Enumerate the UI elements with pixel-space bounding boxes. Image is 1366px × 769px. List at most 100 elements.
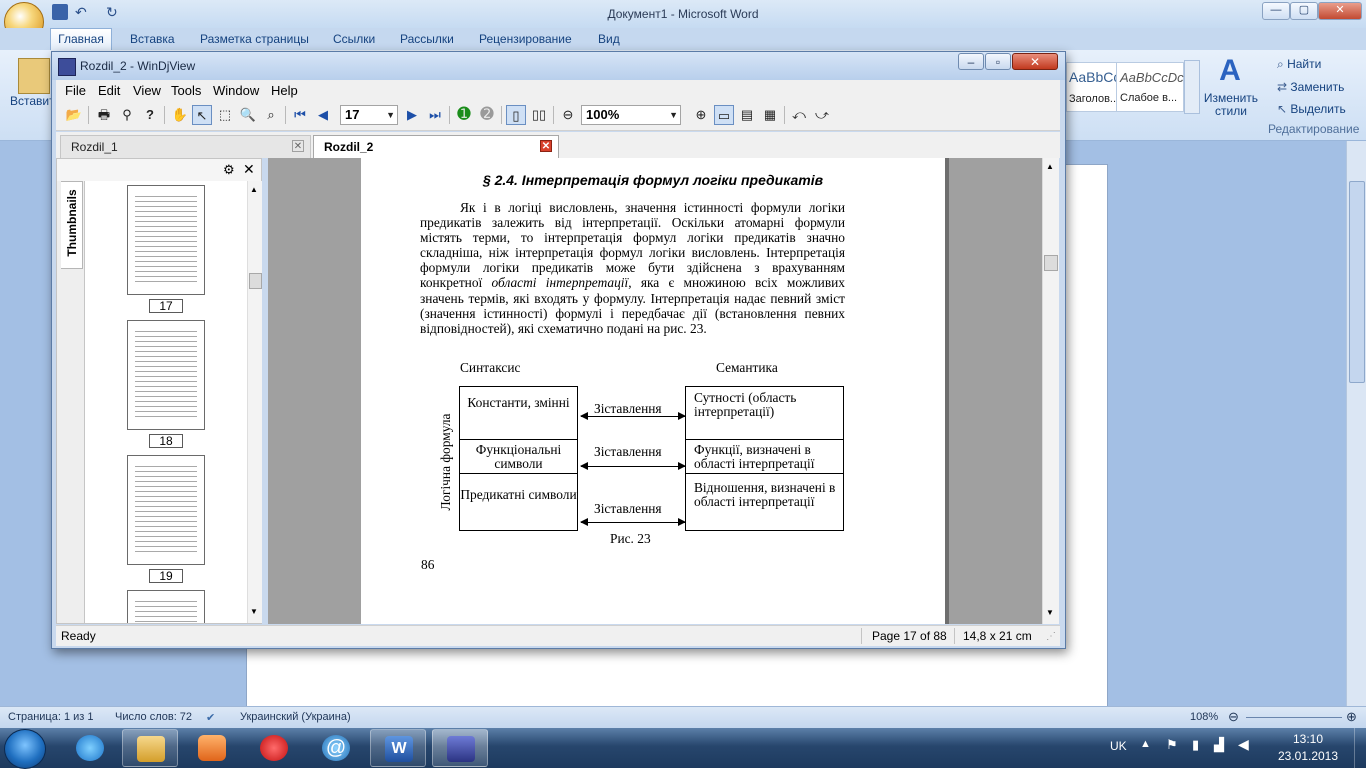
close-icon[interactable]: ✕ <box>292 140 304 152</box>
show-desktop-button[interactable] <box>1354 728 1366 768</box>
tab-page-layout[interactable]: Разметка страницы <box>200 32 309 46</box>
sidebar-tab-thumbnails[interactable]: Thumbnails <box>61 181 83 269</box>
find-icon[interactable]: ⚲ <box>117 105 137 125</box>
tab-view[interactable]: Вид <box>598 32 620 46</box>
word-minimize-button[interactable]: — <box>1262 2 1290 20</box>
style-subtle[interactable]: AaBbCcDc Слабое в... <box>1116 62 1184 112</box>
menu-view[interactable]: View <box>133 83 161 98</box>
thumbnail-page[interactable] <box>127 185 205 295</box>
volume-icon[interactable]: ◀ <box>1238 736 1249 753</box>
language-indicator[interactable]: UK <box>1110 739 1127 753</box>
djvu-page[interactable]: § 2.4. Інтерпретація формул логіки преди… <box>361 158 945 624</box>
menu-tools[interactable]: Tools <box>171 83 201 98</box>
redo-icon[interactable]: ↻ <box>106 4 122 20</box>
menu-help[interactable]: Help <box>271 83 298 98</box>
select-button[interactable]: ↖ Выделить <box>1277 102 1346 116</box>
network-icon[interactable]: ▟ <box>1214 737 1224 753</box>
word-maximize-button[interactable]: ▢ <box>1290 2 1318 20</box>
word-scroll-thumb[interactable] <box>1349 181 1365 383</box>
rotate-right-icon[interactable]: ⤻ <box>812 105 832 125</box>
taskbar-media-player[interactable] <box>184 729 240 767</box>
find-button[interactable]: ⌕ Найти <box>1277 57 1321 72</box>
zoom-in-icon[interactable]: ⊕ <box>691 105 711 125</box>
chevron-down-icon[interactable]: ▼ <box>669 106 678 124</box>
save-icon[interactable] <box>52 4 68 20</box>
style-heading[interactable]: AaBbCc. Заголов... <box>1066 62 1124 112</box>
previous-page-icon[interactable]: ◀ <box>313 105 333 125</box>
zoom-out-icon[interactable]: ⊖ <box>558 105 578 125</box>
tab-insert[interactable]: Вставка <box>130 32 175 46</box>
zoom-out-icon[interactable]: ⊖ <box>1228 709 1239 725</box>
next-page-icon[interactable]: ▶ <box>402 105 422 125</box>
flag-icon[interactable]: ⚑ <box>1166 737 1178 753</box>
start-button[interactable] <box>4 729 46 769</box>
sidebar-scroll-thumb[interactable] <box>249 273 262 289</box>
document-view[interactable]: § 2.4. Інтерпретація формул логіки преди… <box>268 158 1046 624</box>
scroll-up-icon[interactable]: ▲ <box>250 185 258 194</box>
windjview-app-icon[interactable] <box>58 58 76 76</box>
scroll-down-icon[interactable]: ▼ <box>250 607 258 616</box>
facing-pages-icon[interactable]: ▯▯ <box>529 105 549 125</box>
change-styles-icon[interactable]: A <box>1213 54 1247 88</box>
thumbnail-page[interactable] <box>127 590 205 623</box>
change-styles-button[interactable]: Изменить стили <box>1200 92 1262 118</box>
help-icon[interactable]: ? <box>140 105 160 125</box>
select-tool-icon[interactable]: ↖ <box>192 105 212 125</box>
word-close-button[interactable]: ✕ <box>1318 2 1362 20</box>
taskbar-explorer[interactable] <box>122 729 178 767</box>
word-status-language[interactable]: Украинский (Украина) <box>240 711 351 723</box>
menu-file[interactable]: File <box>65 83 86 98</box>
single-page-icon[interactable]: ▯ <box>506 105 526 125</box>
taskbar-opera[interactable] <box>246 729 302 767</box>
word-zoom-level[interactable]: 108% <box>1190 711 1218 723</box>
tab-references[interactable]: Ссылки <box>333 32 375 46</box>
taskbar-mail[interactable]: @ <box>308 729 364 767</box>
tab-rozdil-2[interactable]: Rozdil_2 ✕ <box>313 135 559 158</box>
page-number-box[interactable]: 17 ▼ <box>340 105 398 125</box>
styles-scroll[interactable] <box>1184 60 1200 114</box>
show-hidden-icons-icon[interactable]: ▲ <box>1140 738 1151 750</box>
clock-date[interactable]: 23.01.2013 <box>1272 749 1344 763</box>
close-icon[interactable]: ✕ <box>540 140 552 152</box>
forward-icon[interactable]: ➋ <box>477 105 497 125</box>
zoom-box[interactable]: 100% ▼ <box>581 105 681 125</box>
print-icon[interactable]: 🖶 <box>94 105 114 125</box>
scroll-up-icon[interactable]: ▲ <box>1046 162 1054 171</box>
paste-button-label[interactable]: Вставит <box>10 94 55 108</box>
document-scrollbar[interactable]: ▲ ▼ <box>1042 158 1059 624</box>
last-page-icon[interactable]: ⏭ <box>425 105 445 125</box>
taskbar-word[interactable]: W <box>370 729 426 767</box>
tab-mailings[interactable]: Рассылки <box>400 32 454 46</box>
thumbnail-page[interactable] <box>127 455 205 565</box>
open-icon[interactable]: 📂 <box>64 105 84 125</box>
undo-icon[interactable]: ↶ <box>75 4 91 20</box>
close-icon[interactable]: ✕ <box>243 161 255 178</box>
taskbar-windjview[interactable] <box>432 729 488 767</box>
rotate-left-icon[interactable]: ⤺ <box>789 105 809 125</box>
scroll-down-icon[interactable]: ▼ <box>1046 608 1054 617</box>
zoom-tool-icon[interactable]: 🔍 <box>238 105 258 125</box>
word-zoom-slider[interactable] <box>1246 717 1342 718</box>
word-status-page[interactable]: Страница: 1 из 1 <box>8 711 94 723</box>
menu-window[interactable]: Window <box>213 83 259 98</box>
word-status-words[interactable]: Число слов: 72 <box>115 711 192 723</box>
hand-tool-icon[interactable]: ✋ <box>170 105 190 125</box>
resize-grip-icon[interactable]: ⋰ <box>1046 631 1056 642</box>
power-icon[interactable]: ▮ <box>1192 737 1199 753</box>
sidebar-scrollbar[interactable]: ▲ ▼ <box>247 181 262 623</box>
gear-icon[interactable]: ⚙ <box>223 162 235 178</box>
fit-width-icon[interactable]: ▤ <box>737 105 757 125</box>
tab-home[interactable]: Главная <box>50 28 112 50</box>
fit-page-icon[interactable]: ▭ <box>714 105 734 125</box>
replace-button[interactable]: ⇄ Заменить <box>1277 80 1344 94</box>
chevron-down-icon[interactable]: ▼ <box>386 106 395 124</box>
djv-close-button[interactable]: ✕ <box>1012 53 1058 70</box>
spellcheck-icon[interactable]: ✔ <box>206 711 215 724</box>
zoom-in-icon[interactable]: ⊕ <box>1346 709 1357 725</box>
actual-size-icon[interactable]: ▦ <box>760 105 780 125</box>
back-icon[interactable]: ➊ <box>454 105 474 125</box>
document-scroll-thumb[interactable] <box>1044 255 1058 271</box>
tab-review[interactable]: Рецензирование <box>479 32 572 46</box>
first-page-icon[interactable]: ⏮ <box>290 105 310 125</box>
clock-time[interactable]: 13:10 <box>1272 732 1344 746</box>
